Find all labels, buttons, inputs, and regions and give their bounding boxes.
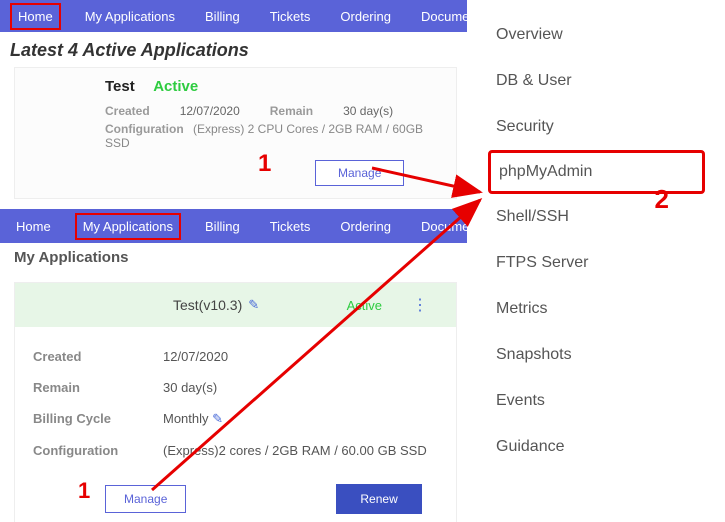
card-header: Test(v10.3) ✎ Active ⋮	[15, 283, 456, 327]
sidebar-item-guidance[interactable]: Guidance	[488, 424, 705, 470]
more-menu-icon[interactable]: ⋮	[412, 295, 428, 315]
remain-value-2: 30 day(s)	[163, 380, 217, 395]
nav2-ordering[interactable]: Ordering	[334, 213, 397, 240]
created-label-2: Created	[33, 349, 163, 364]
nav1-myapps[interactable]: My Applications	[79, 3, 181, 30]
nav1-home[interactable]: Home	[10, 3, 61, 30]
renew-button[interactable]: Renew	[336, 484, 421, 514]
nav2-myapps[interactable]: My Applications	[75, 213, 181, 240]
top-nav-1: Home My Applications Billing Tickets Ord…	[0, 0, 467, 32]
app-status-2: Active	[347, 298, 382, 313]
remain-value: 30 day(s)	[343, 104, 393, 118]
top-nav-2: Home My Applications Billing Tickets Ord…	[0, 209, 467, 243]
sidebar-item-shell[interactable]: Shell/SSH	[488, 194, 705, 240]
sidebar-item-phpmyadmin[interactable]: phpMyAdmin	[488, 150, 705, 194]
manage-button-1[interactable]: Manage	[315, 160, 404, 186]
created-value-2: 12/07/2020	[163, 349, 228, 364]
config-label: Configuration	[105, 122, 184, 136]
config-value-2: (Express)2 cores / 2GB RAM / 60.00 GB SS…	[163, 443, 427, 458]
nav1-docs[interactable]: Documenta	[415, 3, 467, 30]
nav2-docs[interactable]: Documenta	[415, 213, 467, 240]
app-card-detail: Test(v10.3) ✎ Active ⋮ Created12/07/2020…	[14, 282, 457, 522]
cycle-value: Monthly ✎	[163, 411, 223, 427]
sidebar-item-events[interactable]: Events	[488, 378, 705, 424]
sidebar-item-metrics[interactable]: Metrics	[488, 286, 705, 332]
nav2-tickets[interactable]: Tickets	[264, 213, 317, 240]
created-value: 12/07/2020	[180, 104, 240, 118]
app-card-test: Test Active Created 12/07/2020 Remain 30…	[14, 67, 457, 199]
remain-label: Remain	[270, 104, 313, 118]
sidebar-item-snapshots[interactable]: Snapshots	[488, 332, 705, 378]
remain-label-2: Remain	[33, 380, 163, 395]
section-title-latest: Latest 4 Active Applications	[10, 40, 467, 61]
app-status: Active	[153, 78, 198, 95]
sidebar-item-security[interactable]: Security	[488, 104, 705, 150]
app-name: Test	[105, 78, 135, 95]
nav2-home[interactable]: Home	[10, 213, 57, 240]
app-title: Test(v10.3)	[173, 297, 242, 313]
cycle-label: Billing Cycle	[33, 411, 163, 427]
manage-button-2[interactable]: Manage	[105, 485, 186, 513]
created-label: Created	[105, 104, 150, 118]
config-label-2: Configuration	[33, 443, 163, 458]
nav1-ordering[interactable]: Ordering	[334, 3, 397, 30]
nav2-billing[interactable]: Billing	[199, 213, 246, 240]
sidebar-item-ftps[interactable]: FTPS Server	[488, 240, 705, 286]
edit-icon[interactable]: ✎	[248, 297, 259, 313]
nav1-tickets[interactable]: Tickets	[264, 3, 317, 30]
sidebar-item-overview[interactable]: Overview	[488, 12, 705, 58]
manage-sidebar: Overview DB & User Security phpMyAdmin S…	[467, 0, 725, 522]
nav1-billing[interactable]: Billing	[199, 3, 246, 30]
edit-cycle-icon[interactable]: ✎	[212, 411, 223, 426]
sidebar-item-dbuser[interactable]: DB & User	[488, 58, 705, 104]
section-title-myapps: My Applications	[14, 249, 467, 266]
